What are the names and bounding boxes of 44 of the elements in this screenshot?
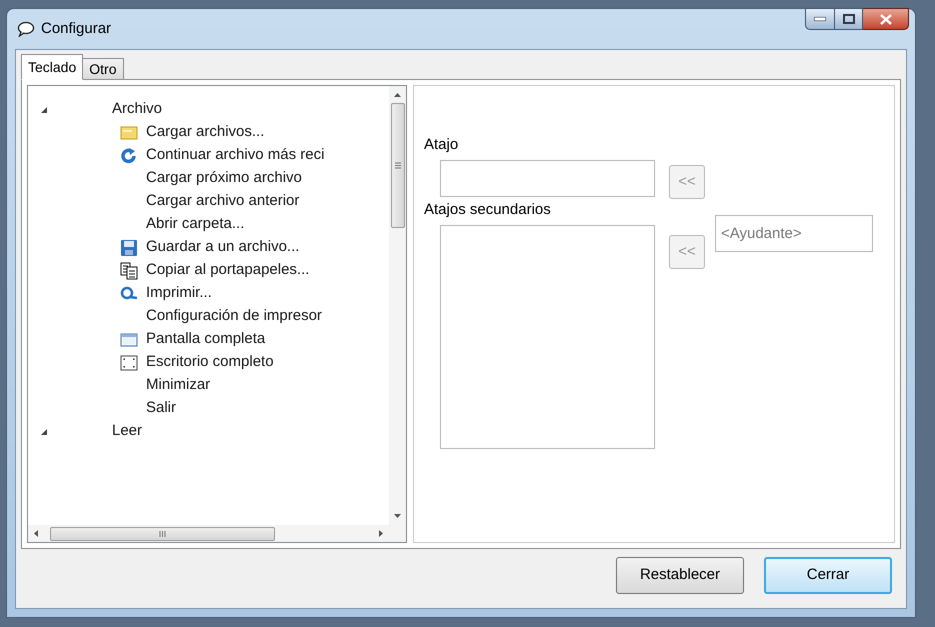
grip-icon [394,162,400,169]
window-title: Configurar [41,18,112,39]
tree-item[interactable]: Guardar a un archivo... [146,236,300,259]
close-icon [880,14,892,24]
vertical-scrollbar[interactable] [389,86,406,525]
fullscreen-icon [120,354,138,372]
maximize-icon [842,14,854,24]
minimize-icon [814,17,826,21]
grip-icon [159,530,166,536]
tree-item[interactable]: Continuar archivo más reci [146,144,324,167]
tree-item[interactable]: Minimizar [146,374,210,397]
minimize-button[interactable] [805,8,835,30]
tab[interactable]: Otro [83,58,124,80]
expanded-arrow-icon[interactable] [40,106,48,114]
speech-bubble-icon [17,21,35,37]
window-icon [120,330,138,348]
helper-field[interactable]: <Ayudante> [715,215,873,252]
horizontal-scrollbar[interactable] [28,525,406,542]
tree-item[interactable]: Cargar próximo archivo [146,167,302,190]
tree-group[interactable]: Leer [112,420,142,443]
close-button[interactable] [863,8,909,30]
tree-item[interactable]: Abrir carpeta... [146,213,244,236]
maximize-button[interactable] [835,8,863,30]
close-dialog-button[interactable]: Cerrar [764,557,892,594]
tree-item[interactable]: Cargar archivos... [146,121,264,144]
expanded-arrow-icon[interactable] [40,428,48,436]
tree-item[interactable]: Imprimir... [146,282,212,305]
tree-item[interactable]: Configuración de impresor [146,305,322,328]
reset-button[interactable]: Restablecer [616,557,744,594]
tree-group[interactable]: Archivo [112,98,162,121]
scroll-thumb[interactable] [390,103,404,228]
tree-item[interactable]: Pantalla completa [146,328,266,351]
folder-icon [120,124,138,142]
tree-item[interactable]: Copiar al portapapeles... [146,259,310,282]
field-label: Atajos secundarios [424,200,552,220]
tree-item[interactable]: Salir [146,397,176,420]
shortcut-field[interactable] [440,160,655,197]
tab[interactable]: Teclado [21,54,84,80]
tree-item[interactable]: Cargar archivo anterior [146,190,300,213]
scroll-thumb[interactable] [50,526,275,540]
copy-icon [120,262,138,280]
field-label: Atajo [424,135,460,155]
reload-icon [120,146,138,164]
tree-item[interactable]: Escritorio completo [146,351,274,374]
